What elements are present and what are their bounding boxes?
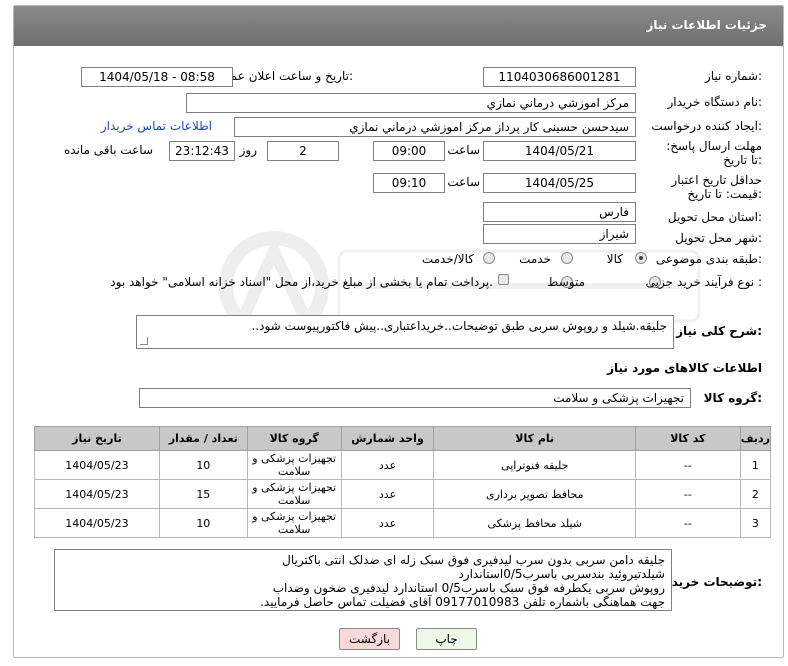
cell-quantity: 10 <box>158 450 248 480</box>
cell-date: 1404/05/23 <box>34 450 160 480</box>
price-validity-label: حداقل تاریخ اعتبار قیمت: تا تاریخ: <box>671 173 762 201</box>
category-radio-goods[interactable] <box>635 252 647 264</box>
page-title: جزئیات اطلاعات نیاز <box>646 18 767 32</box>
cell-row-number: 3 <box>739 508 772 538</box>
reply-time-field[interactable]: 09:00 <box>373 141 445 161</box>
remaining-days-field[interactable]: 2 <box>267 141 339 161</box>
treasury-payment-checkbox[interactable] <box>498 274 509 285</box>
panel-title-bar: جزئیات اطلاعات نیاز <box>14 6 783 46</box>
process-label: نوع فرآیند خرید : <box>677 275 762 289</box>
cell-code: -- <box>635 479 741 509</box>
creator-field[interactable]: سیدحسن حسینی کار پرداز مرکز اموزشي درمان… <box>234 117 636 137</box>
cell-quantity: 10 <box>158 508 248 538</box>
remaining-time-field[interactable]: 23:12:43 <box>169 141 235 161</box>
cell-code: -- <box>635 508 741 538</box>
process-option-minor: جزیی <box>645 275 673 289</box>
cell-date: 1404/05/23 <box>34 479 160 509</box>
col-header-row: ردیف <box>739 426 772 451</box>
remaining-time-label: ساعت باقی مانده <box>63 143 153 157</box>
col-header-date: تاریخ نیاز <box>34 426 160 451</box>
buyer-notes-line: شیلدتیروئید بندسربی باسرب0/5استاندارد <box>458 567 665 581</box>
table-row[interactable]: 1 -- جلیقه فنوتراپی عدد تجهیزات پزشکی و … <box>34 450 772 480</box>
back-button[interactable]: بازگشت <box>339 628 400 650</box>
cell-quantity: 15 <box>158 479 248 509</box>
buyer-contact-link[interactable]: اطلاعات تماس خریدار <box>101 119 212 133</box>
buyer-org-field[interactable]: مرکز اموزشي درماني نمازي <box>186 93 636 113</box>
col-header-quantity: تعداد / مقدار <box>158 426 248 451</box>
cell-unit: عدد <box>340 508 435 538</box>
cell-unit: عدد <box>340 479 435 509</box>
category-radio-service[interactable] <box>561 252 573 264</box>
buyer-notes-label: توضیحات خریدار: <box>660 575 762 589</box>
goods-table: ردیف کد کالا نام کالا واحد شمارش گروه کا… <box>34 426 772 538</box>
cell-date: 1404/05/23 <box>34 508 160 538</box>
col-header-unit: واحد شمارش <box>340 426 435 451</box>
cell-name: محافظ تصویر برداری <box>433 479 637 509</box>
category-label: طبقه بندی موضوعی: <box>655 252 762 266</box>
resize-handle-icon[interactable] <box>140 337 148 345</box>
price-time-field[interactable]: 09:10 <box>373 173 445 193</box>
reply-date-field[interactable]: 1404/05/21 <box>483 141 636 161</box>
buyer-notes-line: جهت هماهنگی باشماره تلفن 09177010983 آقا… <box>260 595 665 609</box>
cell-name: شیلد محافظ پزشکی <box>433 508 637 538</box>
need-number-field[interactable]: 1104030686001281 <box>483 67 636 87</box>
announce-date-field[interactable]: 1404/05/18 - 08:58 <box>81 67 233 87</box>
process-option-medium: متوسط <box>547 275 585 289</box>
reply-deadline-label: مهلت ارسال پاسخ: تا تاریخ: <box>666 139 762 167</box>
cell-name: جلیقه فنوتراپی <box>433 450 637 480</box>
col-header-name: نام کالا <box>433 426 637 451</box>
print-button[interactable]: چاپ <box>416 628 477 650</box>
cell-group: تجهیزات پزشکی و سلامت <box>246 508 342 538</box>
buyer-org-label: نام دستگاه خریدار: <box>667 95 763 109</box>
price-date-field[interactable]: 1404/05/25 <box>483 173 636 193</box>
need-number-label: شماره نیاز: <box>704 69 762 83</box>
goods-table-header: ردیف کد کالا نام کالا واحد شمارش گروه کا… <box>34 426 772 451</box>
goods-group-label: گروه کالا: <box>703 391 762 405</box>
buyer-notes-line: جلیقه دامن سربی بدون سرب لیدفیری فوق سبک… <box>282 553 665 567</box>
cell-row-number: 2 <box>739 479 772 509</box>
table-row[interactable]: 3 -- شیلد محافظ پزشکی عدد تجهیزات پزشکی … <box>34 508 772 538</box>
col-header-code: کد کالا <box>635 426 741 451</box>
col-header-group: گروه کالا <box>246 426 342 451</box>
cell-group: تجهیزات پزشکی و سلامت <box>246 479 342 509</box>
city-label: شهر محل تحویل: <box>675 231 762 245</box>
city-field[interactable]: شیراز <box>483 224 636 244</box>
treasury-payment-note: پرداخت تمام یا بخشی از مبلغ خرید،از محل … <box>110 275 493 289</box>
cell-code: -- <box>635 450 741 480</box>
description-text: جلیقه.شیلد و روپوش سربی طبق توضیحات..خری… <box>251 319 667 333</box>
goods-group-field[interactable]: تجهیزات پزشکی و سلامت <box>139 388 691 408</box>
category-option-goods-service: کالا/خدمت <box>421 252 474 266</box>
description-textarea[interactable]: جلیقه.شیلد و روپوش سربی طبق توضیحات..خری… <box>136 315 674 349</box>
need-details-panel: جزئیات اطلاعات نیاز شماره نیاز: 11040306… <box>13 5 784 658</box>
reply-time-label: ساعت <box>447 143 480 157</box>
province-field[interactable]: فارس <box>483 202 636 222</box>
cell-group: تجهیزات پزشکی و سلامت <box>246 450 342 480</box>
buyer-notes-line: روپوش سربی یکطرفه فوق سبک باسرب0/5 استان… <box>272 581 665 595</box>
creator-label: ایجاد کننده درخواست: <box>651 119 762 133</box>
category-option-goods: کالا <box>606 252 623 266</box>
category-option-service: خدمت <box>519 252 551 266</box>
goods-section-title: اطلاعات کالاهای مورد نیاز <box>607 361 762 375</box>
province-label: استان محل تحویل: <box>667 210 762 224</box>
table-row[interactable]: 2 -- محافظ تصویر برداری عدد تجهیزات پزشک… <box>34 479 772 509</box>
cell-row-number: 1 <box>739 450 772 480</box>
cell-unit: عدد <box>340 450 435 480</box>
buyer-notes-textarea[interactable]: جلیقه دامن سربی بدون سرب لیدفیری فوق سبک… <box>54 549 672 611</box>
description-label: شرح کلی نیاز: <box>676 324 762 338</box>
price-time-label: ساعت <box>447 175 480 189</box>
category-radio-goods-service[interactable] <box>483 252 495 264</box>
